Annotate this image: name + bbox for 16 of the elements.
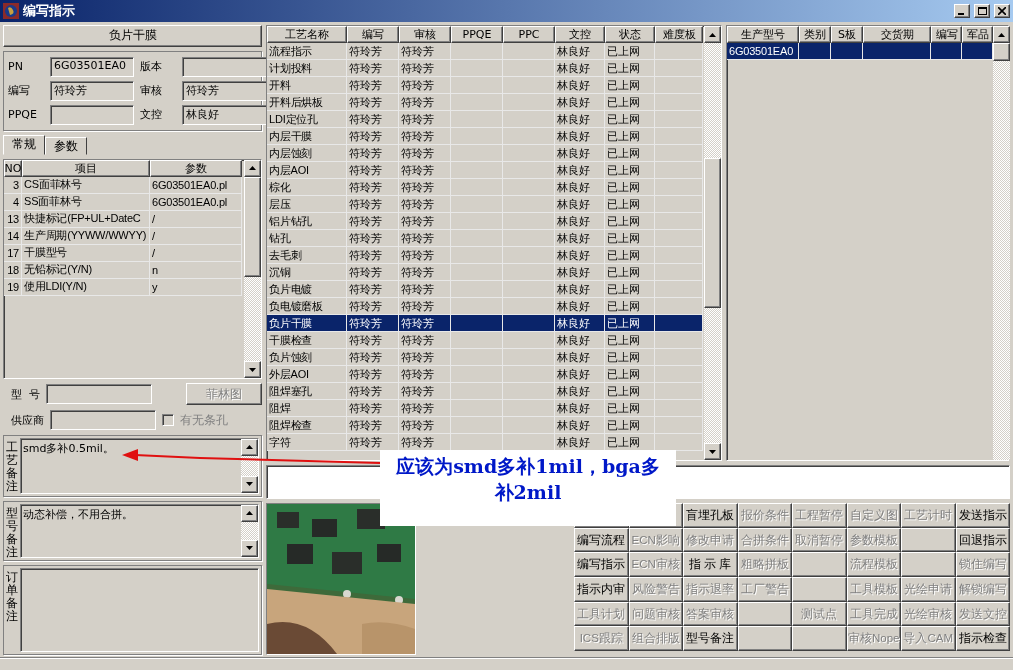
field-label: 供应商 <box>11 412 44 428</box>
field-label: 文控 <box>140 107 163 123</box>
field-label: 版本 <box>140 59 163 75</box>
memo-label: 型号备注 <box>6 504 18 558</box>
memo-text: smd多补0.5mil。 <box>23 441 114 455</box>
memo-label: 工艺备注 <box>6 438 18 494</box>
memo-label: 订单备注 <box>6 568 18 626</box>
checkbox-label: 有无条孔 <box>180 411 228 429</box>
field-label: PN <box>8 60 24 74</box>
field-label: 审核 <box>140 83 163 99</box>
memo-text: 动态补偿，不用合拼。 <box>23 507 133 521</box>
field-label: PPQE <box>8 108 38 122</box>
window-title: 编写指示 <box>23 2 76 20</box>
field-label: 编写 <box>8 83 31 99</box>
annotation-tooltip: 应该为smd多补1mil，bga多补2mil <box>380 450 676 526</box>
field-label: 型 号 <box>11 386 40 402</box>
